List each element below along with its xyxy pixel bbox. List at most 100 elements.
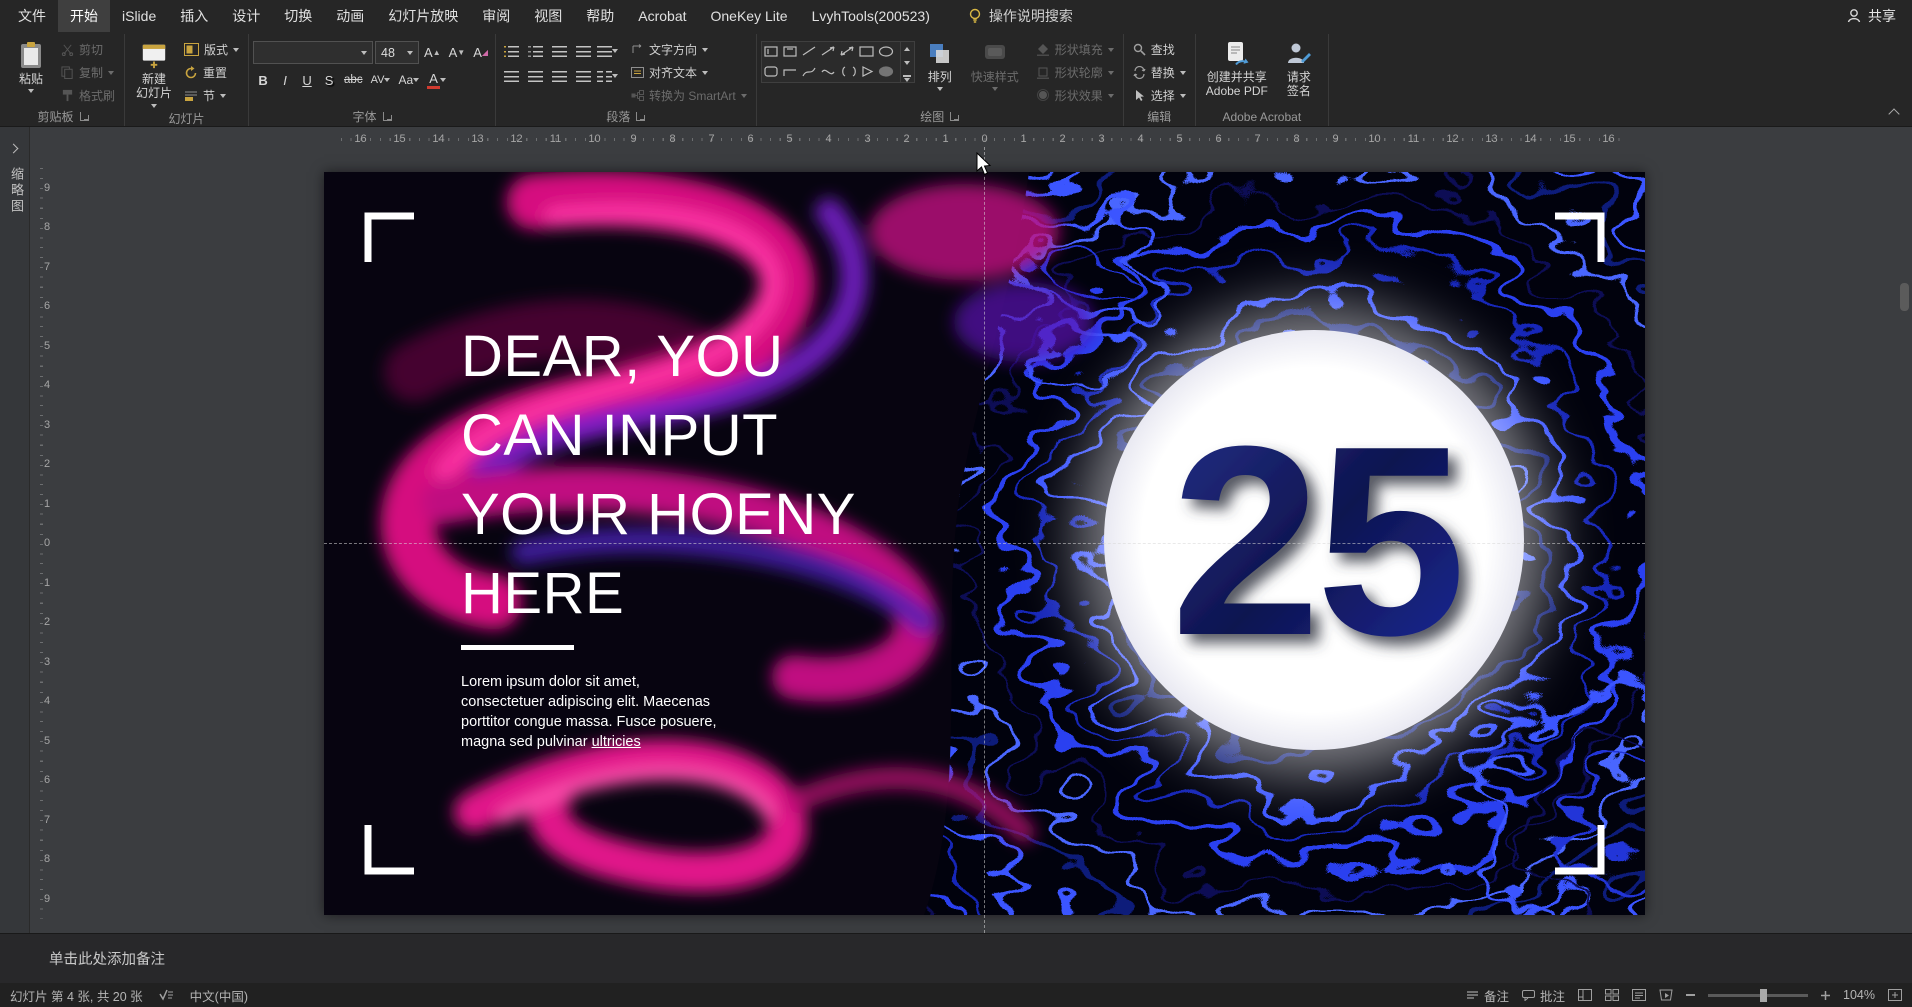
- justify-button[interactable]: [572, 66, 594, 86]
- normal-view-button[interactable]: [1578, 989, 1593, 1001]
- font-color-button[interactable]: A: [424, 69, 449, 91]
- ruler-number: 9: [38, 168, 56, 208]
- align-center-button[interactable]: [524, 66, 546, 86]
- grow-font-button[interactable]: A ▲: [421, 42, 444, 64]
- underline-button[interactable]: U: [297, 69, 317, 91]
- paragraph-dialog-launcher-icon[interactable]: [636, 112, 646, 121]
- vertical-ruler[interactable]: 9876543210123456789: [38, 168, 56, 919]
- ribbon-tab[interactable]: OneKey Lite: [699, 0, 800, 32]
- decrease-indent-button[interactable]: [548, 41, 570, 61]
- title-accent-underline[interactable]: [461, 645, 574, 650]
- create-share-pdf-button[interactable]: 创建并共享 Adobe PDF: [1200, 37, 1274, 101]
- notes-pane[interactable]: 单击此处添加备注: [0, 933, 1912, 983]
- replace-button[interactable]: 替换: [1128, 62, 1191, 83]
- slide-big-number[interactable]: 25: [1171, 391, 1466, 692]
- paste-button[interactable]: 粘贴: [6, 37, 56, 95]
- zoom-slider[interactable]: [1708, 988, 1809, 1002]
- fit-to-window-button[interactable]: [1888, 989, 1902, 1001]
- select-button[interactable]: 选择: [1128, 85, 1191, 106]
- font-dialog-launcher-icon[interactable]: [382, 112, 392, 121]
- shapes-gallery-scrollbar[interactable]: [899, 42, 914, 82]
- ruler-number: 3: [1082, 131, 1121, 147]
- ribbon-tab[interactable]: Acrobat: [626, 0, 698, 32]
- zoom-slider-thumb[interactable]: [1760, 988, 1768, 1002]
- numbering-button[interactable]: [524, 41, 546, 61]
- ribbon-tab[interactable]: 幻灯片放映: [376, 0, 470, 32]
- horizontal-ruler[interactable]: 16 15 14 13 12 11 10 9 8 7 6 5 4 3 2 1 0 1 2 3 4 5 6 7 8 9 10 11 12 1…: [341, 131, 1628, 147]
- shape-effects-button[interactable]: 形状效果: [1031, 85, 1119, 106]
- ribbon-tab[interactable]: 审阅: [470, 0, 522, 32]
- shapes-gallery[interactable]: [760, 41, 915, 83]
- ribbon-tab[interactable]: 动画: [324, 0, 376, 32]
- notes-toggle-button[interactable]: 备注: [1466, 986, 1509, 1005]
- change-case-button[interactable]: Aa: [395, 69, 422, 91]
- collapse-ribbon-button[interactable]: [1888, 108, 1900, 120]
- ruler-number: 7: [38, 800, 56, 840]
- slide-title[interactable]: DEAR, YOU CAN INPUT YOUR HOENY HERE: [461, 317, 856, 633]
- font-name-combo[interactable]: [253, 41, 374, 64]
- strikethrough-button[interactable]: abc: [341, 69, 366, 91]
- ribbon-tab[interactable]: 视图: [522, 0, 574, 32]
- share-button[interactable]: 共享: [1830, 0, 1912, 32]
- clear-formatting-button[interactable]: A ◢: [470, 42, 491, 64]
- thumbnails-panel-collapsed[interactable]: 缩略图: [0, 127, 30, 933]
- copy-button[interactable]: 复制: [56, 62, 120, 83]
- ribbon-tab-strip[interactable]: 文件 开始 iSlide 插入 设计 切换 动画 幻灯片放映 审阅 视图 帮助 Acrobat OneK…: [6, 0, 942, 32]
- comments-toggle-button[interactable]: 批注: [1522, 986, 1565, 1005]
- align-left-button[interactable]: [500, 66, 522, 86]
- ribbon-tab[interactable]: 文件: [6, 0, 58, 32]
- ribbon-tab[interactable]: 切换: [272, 0, 324, 32]
- reset-button[interactable]: 重置: [179, 62, 244, 83]
- horizontal-guide[interactable]: [324, 543, 1645, 544]
- tell-me-search[interactable]: 操作说明搜索: [958, 0, 1083, 32]
- clipboard-dialog-launcher-icon[interactable]: [79, 112, 89, 121]
- cut-button[interactable]: 剪切: [56, 39, 120, 60]
- drawing-dialog-launcher-icon[interactable]: [950, 112, 960, 121]
- format-painter-button[interactable]: 格式刷: [56, 85, 120, 106]
- arrange-button[interactable]: 排列: [915, 37, 965, 93]
- increase-indent-button[interactable]: [572, 41, 594, 61]
- shape-outline-button[interactable]: 形状轮廓: [1031, 62, 1119, 83]
- bold-button[interactable]: B: [253, 69, 273, 91]
- section-button[interactable]: 节: [179, 85, 244, 106]
- text-shadow-button[interactable]: S: [319, 69, 339, 91]
- ribbon-tab[interactable]: iSlide: [110, 0, 168, 32]
- zoom-percentage[interactable]: 104%: [1843, 988, 1875, 1002]
- slide-sorter-view-button[interactable]: [1605, 989, 1620, 1001]
- text-direction-button[interactable]: 文字方向: [626, 39, 752, 60]
- ribbon-tab[interactable]: LvyhTools(200523): [800, 0, 942, 32]
- vertical-scrollbar-thumb[interactable]: [1900, 283, 1909, 311]
- zoom-out-button[interactable]: [1686, 994, 1696, 996]
- request-signatures-button[interactable]: 请求 签名: [1274, 37, 1324, 101]
- spell-check-button[interactable]: [159, 989, 174, 1001]
- bullets-button[interactable]: [500, 41, 522, 61]
- shape-fill-button[interactable]: 形状填充: [1031, 39, 1119, 60]
- layout-button[interactable]: 版式: [179, 39, 244, 60]
- slideshow-view-button[interactable]: [1659, 989, 1673, 1001]
- zoom-in-button[interactable]: [1821, 990, 1831, 1000]
- language-indicator[interactable]: 中文(中国): [190, 986, 248, 1005]
- align-text-label: 对齐文本: [649, 66, 698, 80]
- vertical-guide[interactable]: [984, 147, 985, 933]
- ruler-number: 2: [1043, 131, 1082, 147]
- quick-styles-button[interactable]: 快速样式: [965, 37, 1025, 93]
- character-spacing-button[interactable]: AV: [368, 69, 394, 91]
- align-text-button[interactable]: 对齐文本: [626, 62, 752, 83]
- ribbon-tab[interactable]: 帮助: [574, 0, 626, 32]
- ribbon-tab[interactable]: 开始: [58, 0, 110, 32]
- new-slide-button[interactable]: 新建 幻灯片: [129, 37, 179, 110]
- reading-view-button[interactable]: [1632, 989, 1647, 1001]
- columns-button[interactable]: [596, 66, 618, 86]
- align-right-button[interactable]: [548, 66, 570, 86]
- find-button[interactable]: 查找: [1128, 39, 1191, 60]
- slide-position-indicator[interactable]: 幻灯片 第 4 张, 共 20 张: [10, 986, 143, 1005]
- line-spacing-button[interactable]: [596, 41, 618, 61]
- convert-to-smartart-button[interactable]: 转换为 SmartArt: [626, 85, 752, 106]
- ribbon-tab[interactable]: 插入: [168, 0, 220, 32]
- ribbon-tab[interactable]: 设计: [220, 0, 272, 32]
- italic-button[interactable]: I: [275, 69, 295, 91]
- slide-body-text[interactable]: Lorem ipsum dolor sit amet, consectetuer…: [461, 672, 717, 752]
- shrink-font-button[interactable]: A ▼: [446, 42, 469, 64]
- ruler-number: 1: [38, 563, 56, 603]
- font-size-combo[interactable]: 48: [375, 41, 420, 64]
